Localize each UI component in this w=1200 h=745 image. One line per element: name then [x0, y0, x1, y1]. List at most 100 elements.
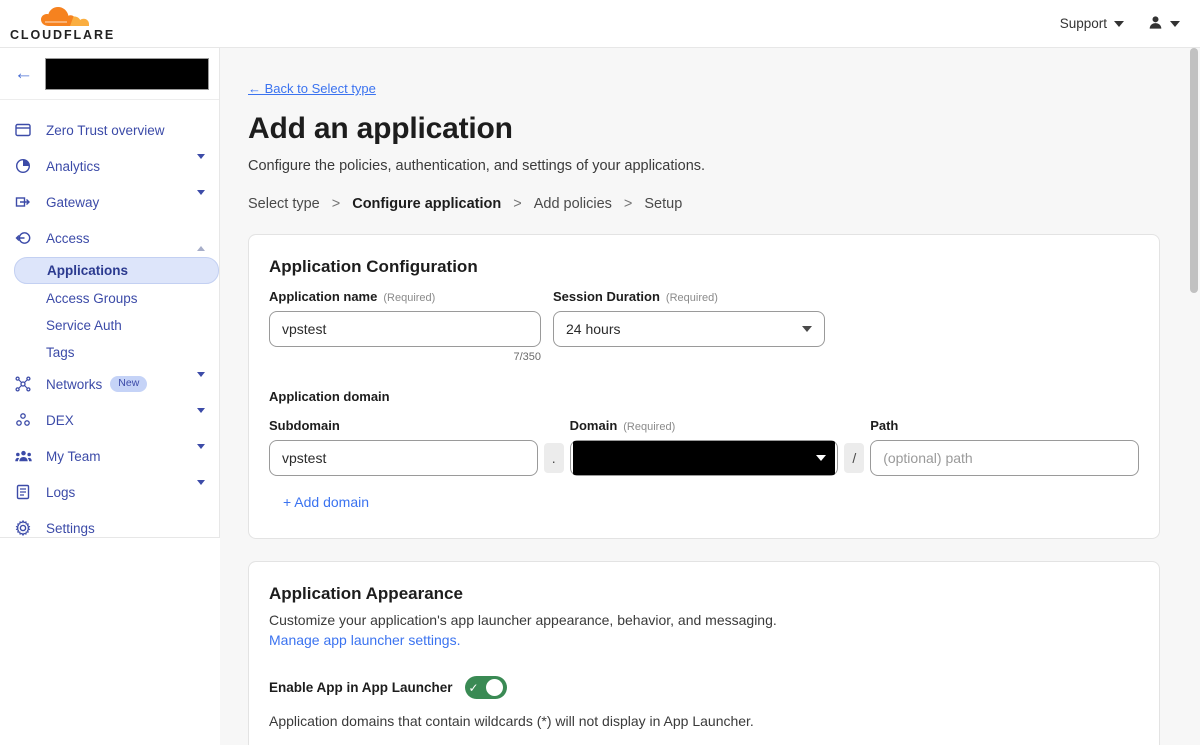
sidebar-item-networks[interactable]: Networks New	[0, 366, 219, 402]
required-marker: (Required)	[665, 292, 718, 304]
chevron-down-icon[interactable]	[197, 371, 205, 392]
breadcrumb-separator: >	[331, 196, 341, 212]
sidebar-item-gateway[interactable]: Gateway	[0, 184, 219, 220]
session-duration-select[interactable]: 24 hours	[553, 311, 825, 347]
breadcrumb-setup[interactable]: Setup	[644, 196, 682, 212]
sidebar-item-service-auth[interactable]: Service Auth	[14, 312, 219, 338]
app-launcher-note: Application domains that contain wildcar…	[269, 713, 754, 729]
sidebar-item-label: Logs	[46, 484, 76, 500]
domain-value-redacted	[572, 441, 836, 475]
enable-app-launcher-row: Enable App in App Launcher ✓	[269, 676, 1139, 699]
chevron-down-icon[interactable]	[197, 407, 205, 428]
sidebar-nav: Zero Trust overview Analytics Gateway Ac…	[0, 100, 219, 546]
path-input[interactable]: (optional) path	[870, 440, 1140, 476]
sidebar-item-my-team[interactable]: My Team	[0, 438, 219, 474]
main-content: ← Back to Select type Add an application…	[220, 48, 1188, 745]
dot-separator: .	[543, 443, 564, 473]
sidebar-item-label: Zero Trust overview	[46, 122, 165, 138]
check-icon: ✓	[468, 680, 479, 695]
account-name-redacted	[45, 57, 209, 90]
top-bar: CLOUDFLARE Support	[0, 0, 1200, 48]
chevron-down-icon[interactable]	[197, 153, 205, 174]
breadcrumb-separator: >	[623, 196, 633, 212]
cloudflare-wordmark: CLOUDFLARE	[10, 27, 116, 42]
domain-select[interactable]	[569, 440, 839, 476]
gear-icon	[14, 519, 32, 537]
sidebar-item-label: My Team	[46, 448, 101, 464]
sidebar-subitem-label: Applications	[47, 263, 129, 278]
page-title: Add an application	[248, 112, 513, 145]
page-subtitle: Configure the policies, authentication, …	[248, 158, 706, 174]
application-name-counter: 7/350	[513, 351, 541, 363]
sidebar-item-logs[interactable]: Logs	[0, 474, 219, 510]
chevron-down-icon	[802, 326, 812, 332]
sidebar-item-label: Access	[46, 230, 90, 246]
sidebar-subitem-label: Tags	[46, 344, 75, 360]
application-name-label: Application name (Required)	[269, 289, 436, 304]
back-arrow-icon[interactable]: ←	[14, 64, 33, 83]
sidebar-item-label: Analytics	[46, 158, 101, 174]
chevron-down-icon[interactable]	[197, 479, 205, 500]
sidebar-item-access[interactable]: Access	[0, 220, 219, 256]
session-duration-value: 24 hours	[566, 321, 621, 337]
sidebar-item-label: Networks	[46, 376, 103, 392]
page-scrollbar-track[interactable]	[1188, 48, 1200, 745]
sidebar-item-label: Settings	[46, 520, 95, 536]
domain-label: Domain (Required)	[569, 418, 676, 433]
sidebar-item-applications[interactable]: Applications	[14, 257, 219, 284]
sidebar-item-analytics[interactable]: Analytics	[0, 148, 219, 184]
chevron-down-icon	[1170, 20, 1180, 27]
chevron-down-icon	[1114, 20, 1124, 27]
cloudflare-cloud-icon	[37, 6, 89, 28]
application-appearance-title: Application Appearance	[269, 584, 463, 603]
breadcrumb-add-policies[interactable]: Add policies	[534, 196, 612, 212]
session-duration-label: Session Duration (Required)	[553, 289, 718, 304]
breadcrumb-separator: >	[513, 196, 522, 212]
subdomain-input[interactable]: vpstest	[269, 440, 538, 476]
sidebar-item-tags[interactable]: Tags	[14, 339, 219, 365]
account-menu[interactable]	[1148, 15, 1180, 33]
people-icon	[14, 447, 32, 465]
enable-app-launcher-label: Enable App in App Launcher	[269, 680, 453, 695]
cloudflare-logo[interactable]: CLOUDFLARE	[10, 6, 115, 42]
breadcrumb-configure-application[interactable]: Configure application	[352, 196, 501, 212]
required-marker: (Required)	[623, 421, 676, 433]
sidebar-item-label: DEX	[46, 412, 74, 428]
chevron-up-icon[interactable]	[197, 230, 205, 251]
sidebar-subitem-label: Service Auth	[46, 317, 122, 333]
window-icon	[14, 121, 32, 139]
support-menu[interactable]: Support	[1060, 16, 1124, 31]
dex-molecule-icon	[14, 411, 32, 429]
account-selector[interactable]: ←	[0, 48, 219, 100]
application-domain-label: Application domain	[269, 389, 390, 404]
sidebar-item-zero-trust-overview[interactable]: Zero Trust overview	[0, 112, 219, 148]
breadcrumb-select-type[interactable]: Select type	[248, 196, 320, 212]
sidebar-item-dex[interactable]: DEX	[0, 402, 219, 438]
sidebar-item-settings[interactable]: Settings	[0, 510, 219, 546]
sidebar-subitem-label: Access Groups	[46, 290, 138, 306]
application-appearance-card: Application Appearance Customize your ap…	[248, 561, 1160, 745]
chevron-down-icon[interactable]	[197, 443, 205, 464]
access-key-icon	[14, 229, 32, 247]
chevron-down-icon	[816, 455, 827, 461]
chevron-down-icon[interactable]	[197, 189, 205, 210]
application-appearance-description: Customize your application's app launche…	[269, 612, 777, 628]
application-configuration-title: Application Configuration	[269, 257, 478, 276]
enable-app-launcher-toggle[interactable]: ✓	[464, 676, 507, 699]
person-icon	[1148, 15, 1163, 33]
add-domain-button[interactable]: + Add domain	[283, 494, 369, 510]
logs-document-icon	[14, 483, 32, 501]
new-badge: New	[110, 376, 148, 392]
back-to-select-type-link[interactable]: ← Back to Select type	[248, 81, 376, 96]
manage-app-launcher-settings-link[interactable]: Manage app launcher settings.	[269, 632, 460, 648]
page-scrollbar-thumb[interactable]	[1190, 48, 1198, 293]
breadcrumb: Select type > Configure application > Ad…	[248, 196, 1160, 212]
pie-chart-icon	[14, 157, 32, 175]
application-configuration-card: Application Configuration Application na…	[248, 234, 1160, 539]
application-name-input[interactable]: vpstest	[269, 311, 541, 347]
sidebar-item-access-groups[interactable]: Access Groups	[14, 285, 219, 311]
gateway-arrow-icon	[14, 193, 32, 211]
path-placeholder: (optional) path	[883, 450, 973, 466]
application-name-value: vpstest	[282, 321, 327, 337]
sidebar: ← Zero Trust overview Analytics Gateway	[0, 48, 220, 538]
